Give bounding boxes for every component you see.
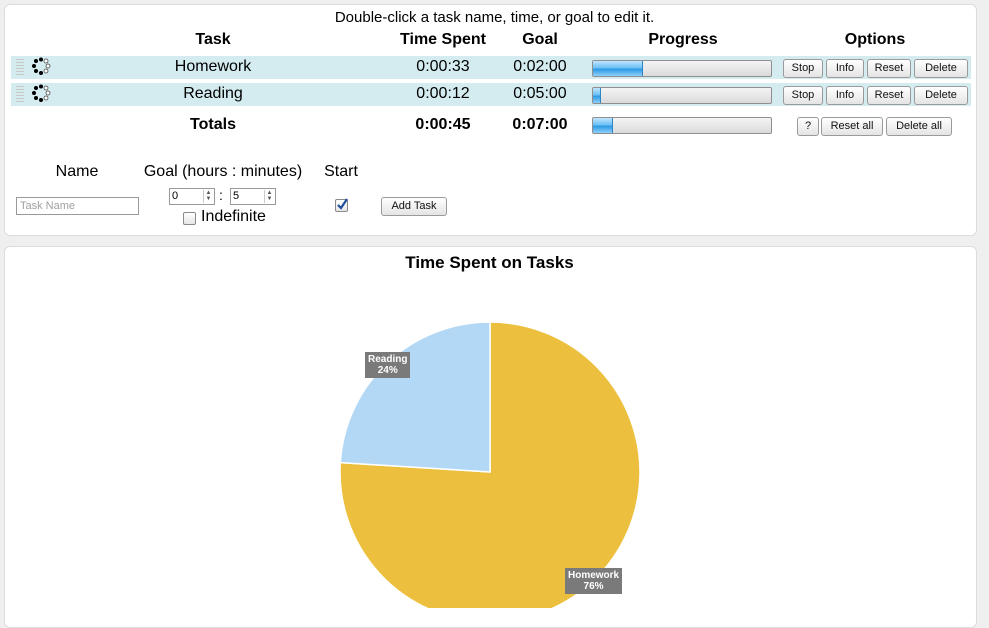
start-label: Start bbox=[324, 163, 358, 180]
task-progress-bar bbox=[592, 60, 772, 77]
info-button[interactable]: Info bbox=[826, 59, 864, 78]
header-progress: Progress bbox=[648, 31, 718, 48]
running-spinner-icon bbox=[32, 57, 51, 75]
indefinite-label: Indefinite bbox=[201, 208, 266, 225]
delete-button[interactable]: Delete bbox=[914, 59, 968, 78]
pie-chart bbox=[339, 321, 641, 608]
task-goal[interactable]: 0:05:00 bbox=[500, 85, 580, 103]
name-label: Name bbox=[55, 163, 99, 180]
minutes-stepper[interactable]: 5 ▲ ▼ bbox=[230, 188, 276, 205]
totals-goal: 0:07:00 bbox=[512, 116, 568, 133]
progress-fill bbox=[593, 61, 643, 76]
pie-slice-reading bbox=[339, 321, 491, 473]
task-name[interactable]: Homework bbox=[153, 58, 273, 76]
chart-title: Time Spent on Tasks bbox=[405, 253, 574, 272]
totals-time: 0:00:45 bbox=[415, 116, 471, 133]
hours-value: 0 bbox=[172, 190, 179, 202]
stepper-arrows-icon[interactable]: ▲ ▼ bbox=[203, 190, 213, 203]
header-goal: Goal bbox=[522, 31, 558, 48]
header-options: Options bbox=[844, 31, 906, 48]
task-row-homework: Homework 0:00:33 0:02:00 Stop Info Reset… bbox=[11, 56, 971, 79]
checkmark-icon bbox=[337, 198, 348, 210]
start-checkbox[interactable] bbox=[335, 198, 348, 212]
running-spinner-icon bbox=[32, 84, 51, 102]
delete-all-button[interactable]: Delete all bbox=[886, 117, 952, 136]
edit-hint: Double-click a task name, time, or goal … bbox=[334, 9, 655, 26]
totals-progress-bar bbox=[592, 117, 772, 134]
drag-handle-icon[interactable] bbox=[16, 59, 24, 76]
slice-label-percent: 24% bbox=[377, 365, 398, 376]
stepper-arrows-icon[interactable]: ▲ ▼ bbox=[264, 190, 274, 203]
reset-button[interactable]: Reset bbox=[867, 59, 911, 78]
task-goal[interactable]: 0:02:00 bbox=[500, 58, 580, 76]
slice-label-reading: Reading 24% bbox=[365, 352, 411, 378]
progress-fill bbox=[593, 118, 614, 133]
header-time-spent: Time Spent bbox=[400, 31, 486, 48]
goal-label: Goal (hours : minutes) bbox=[143, 163, 303, 180]
task-progress-bar bbox=[592, 87, 772, 104]
task-name-input[interactable]: Task Name bbox=[16, 197, 139, 215]
progress-fill bbox=[593, 88, 602, 103]
time-separator: : bbox=[219, 187, 223, 203]
task-time[interactable]: 0:00:12 bbox=[383, 85, 503, 103]
totals-label: Totals bbox=[190, 116, 236, 133]
add-task-button[interactable]: Add Task bbox=[381, 197, 447, 216]
delete-button[interactable]: Delete bbox=[914, 86, 968, 105]
task-row-reading: Reading 0:00:12 0:05:00 Stop Info Reset … bbox=[11, 83, 971, 106]
stop-button[interactable]: Stop bbox=[783, 86, 823, 105]
reset-button[interactable]: Reset bbox=[867, 86, 911, 105]
hours-stepper[interactable]: 0 ▲ ▼ bbox=[169, 188, 215, 205]
drag-handle-icon[interactable] bbox=[16, 86, 24, 103]
reset-all-button[interactable]: Reset all bbox=[821, 117, 883, 136]
info-button[interactable]: Info bbox=[826, 86, 864, 105]
stop-button[interactable]: Stop bbox=[783, 59, 823, 78]
indefinite-checkbox[interactable] bbox=[183, 212, 196, 225]
slice-label-homework: Homework 76% bbox=[565, 568, 623, 594]
minutes-value: 5 bbox=[233, 190, 240, 202]
slice-label-percent: 76% bbox=[583, 581, 604, 592]
task-time[interactable]: 0:00:33 bbox=[383, 58, 503, 76]
slice-label-name: Homework bbox=[568, 570, 620, 581]
header-task: Task bbox=[195, 31, 231, 48]
help-button[interactable]: ? bbox=[797, 117, 819, 136]
task-name[interactable]: Reading bbox=[153, 85, 273, 103]
slice-label-name: Reading bbox=[368, 354, 408, 365]
